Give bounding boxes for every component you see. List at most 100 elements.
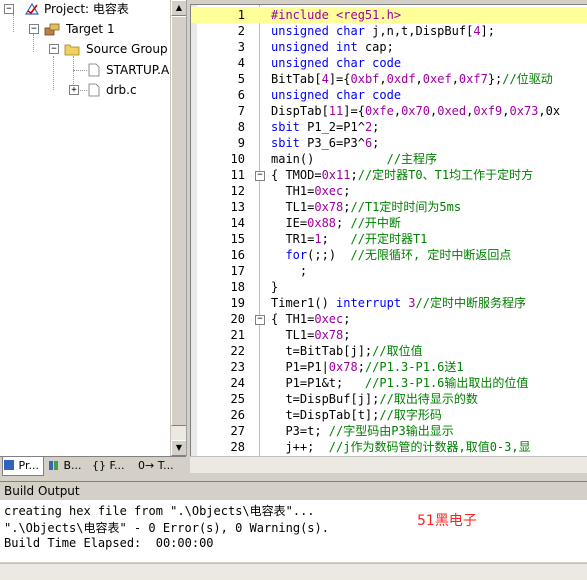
editor-horizontal-scrollbar[interactable] bbox=[190, 456, 587, 473]
code-text: unsigned char code bbox=[271, 88, 402, 102]
build-output-panel[interactable]: creating hex file from ".\Objects\电容表"..… bbox=[0, 500, 587, 562]
code-line[interactable]: 15 TR1=1; //开定时器T1 bbox=[191, 231, 587, 247]
code-line[interactable]: 14 IE=0x88; //开中断 bbox=[191, 215, 587, 231]
code-line[interactable]: 9 sbit P3_6=P3^6; bbox=[191, 135, 587, 151]
tree-item-source-group[interactable]: − Source Group 1 bbox=[0, 40, 179, 58]
code-line[interactable]: 27 P3=t; //字型码由P3输出显示 bbox=[191, 423, 587, 439]
output-horizontal-scrollbar[interactable] bbox=[0, 563, 587, 580]
code-line[interactable]: 7 DispTab[11]={0xfe,0x70,0xed,0xf9,0x73,0… bbox=[191, 103, 587, 119]
code-text: IE=0x88; //开中断 bbox=[271, 216, 401, 230]
tab-label: {} F... bbox=[92, 459, 125, 472]
code-text: ; bbox=[271, 264, 308, 278]
code-text: TH1=0xec; bbox=[271, 184, 351, 198]
code-text: P1=P1|0x78;//P1.3-P1.6送1 bbox=[271, 360, 464, 374]
code-line[interactable]: 24 P1=P1&t; //P1.3-P1.6输出取出的位值 bbox=[191, 375, 587, 391]
line-number: 4 bbox=[237, 56, 245, 70]
code-line[interactable]: 1 #include <reg51.h> bbox=[191, 7, 587, 23]
build-output-title: Build Output bbox=[4, 484, 80, 498]
tree-item-project[interactable]: − Project: 电容表 bbox=[0, 0, 170, 18]
line-number: 5 bbox=[237, 72, 245, 86]
tree-item-file[interactable]: + drb.c bbox=[0, 81, 170, 99]
code-line[interactable]: 5 BitTab[4]={0xbf,0xdf,0xef,0xf7};//位驱动 bbox=[191, 71, 587, 87]
code-text: } bbox=[271, 280, 279, 294]
line-number: 24 bbox=[230, 376, 245, 390]
code-line[interactable]: 16 for(;;) //无限循环, 定时中断返回点 bbox=[191, 247, 587, 263]
scroll-down-icon[interactable]: ▼ bbox=[171, 440, 186, 456]
code-line[interactable]: 17 ; bbox=[191, 263, 587, 279]
line-number: 21 bbox=[230, 328, 245, 342]
target-label: Target 1 bbox=[66, 22, 115, 36]
code-line[interactable]: 10 main() //主程序 bbox=[191, 151, 587, 167]
code-line[interactable]: 12 TH1=0xec; bbox=[191, 183, 587, 199]
build-line: ".\Objects\电容表" - 0 Error(s), 0 Warning(… bbox=[4, 521, 329, 535]
code-text: P1=P1&t; //P1.3-P1.6输出取出的位值 bbox=[271, 376, 529, 390]
code-editor[interactable]: 1 #include <reg51.h> 2 unsigned char j,n,t,… bbox=[190, 4, 587, 457]
collapse-icon[interactable]: − bbox=[4, 4, 14, 14]
project-pane: − Project: 电容表 − Target 1 − Source Group… bbox=[0, 0, 187, 456]
code-line[interactable]: 28 j++; //j作为数码管的计数器,取值0-3,显 bbox=[191, 439, 587, 455]
code-text: Timer1() interrupt 3//定时中断服务程序 bbox=[271, 296, 526, 310]
collapse-icon[interactable]: − bbox=[49, 44, 59, 54]
code-line[interactable]: 13 TL1=0x78;//T1定时时间为5ms bbox=[191, 199, 587, 215]
line-number: 2 bbox=[237, 24, 245, 38]
scroll-up-icon[interactable]: ▲ bbox=[171, 0, 186, 16]
code-line[interactable]: 23 P1=P1|0x78;//P1.3-P1.6送1 bbox=[191, 359, 587, 375]
code-text: sbit P1_2=P1^2; bbox=[271, 120, 380, 134]
code-text: sbit P3_6=P3^6; bbox=[271, 136, 380, 150]
line-number: 23 bbox=[230, 360, 245, 374]
fold-toggle-icon[interactable]: − bbox=[255, 315, 265, 325]
code-line[interactable]: 3 unsigned int cap; bbox=[191, 39, 587, 55]
code-line[interactable]: 4 unsigned char code bbox=[191, 55, 587, 71]
tab-label: B... bbox=[63, 459, 82, 472]
line-number: 6 bbox=[237, 88, 245, 102]
code-line[interactable]: 22 t=BitTab[j];//取位值 bbox=[191, 343, 587, 359]
build-line: Build Time Elapsed: 00:00:00 bbox=[4, 536, 214, 550]
tab-templates[interactable]: 0→ T... bbox=[138, 457, 184, 475]
code-line[interactable]: 20−{ TH1=0xec; bbox=[191, 311, 587, 327]
project-tab-strip: Pr... B... {} F... 0→ T... bbox=[0, 456, 186, 477]
code-text: for(;;) //无限循环, 定时中断返回点 bbox=[285, 248, 512, 262]
tree-item-target[interactable]: − Target 1 bbox=[0, 20, 170, 38]
code-text: t=DispTab[t];//取字形码 bbox=[271, 408, 442, 422]
code-line[interactable]: 8 sbit P1_2=P1^2; bbox=[191, 119, 587, 135]
code-line[interactable]: 21 TL1=0x78; bbox=[191, 327, 587, 343]
line-number: 19 bbox=[230, 296, 245, 310]
code-line[interactable]: 25 t=DispBuf[j];//取出待显示的数 bbox=[191, 391, 587, 407]
scroll-thumb[interactable] bbox=[171, 16, 186, 426]
code-line[interactable]: 6 unsigned char code bbox=[191, 87, 587, 103]
tree-item-file[interactable]: STARTUP.A51 bbox=[0, 61, 184, 79]
line-number: 22 bbox=[230, 344, 245, 358]
folder-icon bbox=[64, 44, 80, 56]
tab-project[interactable]: Pr... bbox=[2, 457, 44, 476]
code-text: #include <reg51.h> bbox=[271, 8, 402, 22]
code-line[interactable]: 18} bbox=[191, 279, 587, 295]
line-number: 9 bbox=[237, 136, 245, 150]
project-icon bbox=[24, 2, 40, 15]
code-text: j++; //j作为数码管的计数器,取值0-3,显 bbox=[271, 440, 531, 454]
code-line[interactable]: 26 t=DispTab[t];//取字形码 bbox=[191, 407, 587, 423]
tab-label: Pr... bbox=[18, 459, 39, 472]
code-line[interactable]: 11−{ TMOD=0x11;//定时器T0、T1均工作于定时方 bbox=[191, 167, 587, 183]
tab-label: 0→ T... bbox=[138, 459, 174, 472]
line-number: 1 bbox=[237, 8, 245, 22]
line-number: 20 bbox=[230, 312, 245, 326]
code-line[interactable]: 2 unsigned char j,n,t,DispBuf[4]; bbox=[191, 23, 587, 39]
line-number: 3 bbox=[237, 40, 245, 54]
project-label: Project: 电容表 bbox=[44, 2, 129, 16]
line-number: 10 bbox=[230, 152, 245, 166]
line-number: 25 bbox=[230, 392, 245, 406]
project-scrollbar[interactable]: ▲ ▼ bbox=[170, 0, 186, 456]
target-icon bbox=[44, 23, 60, 36]
tab-books[interactable]: B... bbox=[48, 457, 88, 475]
line-number: 18 bbox=[230, 280, 245, 294]
code-line[interactable]: 19 Timer1() interrupt 3//定时中断服务程序 bbox=[191, 295, 587, 311]
code-text: { TH1=0xec; bbox=[271, 312, 351, 326]
collapse-icon[interactable]: − bbox=[29, 24, 39, 34]
line-number: 26 bbox=[230, 408, 245, 422]
tab-functions[interactable]: {} F... bbox=[92, 457, 136, 475]
expand-icon[interactable]: + bbox=[69, 85, 79, 95]
code-text: main() //主程序 bbox=[271, 152, 438, 166]
code-text: t=DispBuf[j];//取出待显示的数 bbox=[271, 392, 478, 406]
line-number: 11 bbox=[230, 168, 245, 182]
fold-toggle-icon[interactable]: − bbox=[255, 171, 265, 181]
